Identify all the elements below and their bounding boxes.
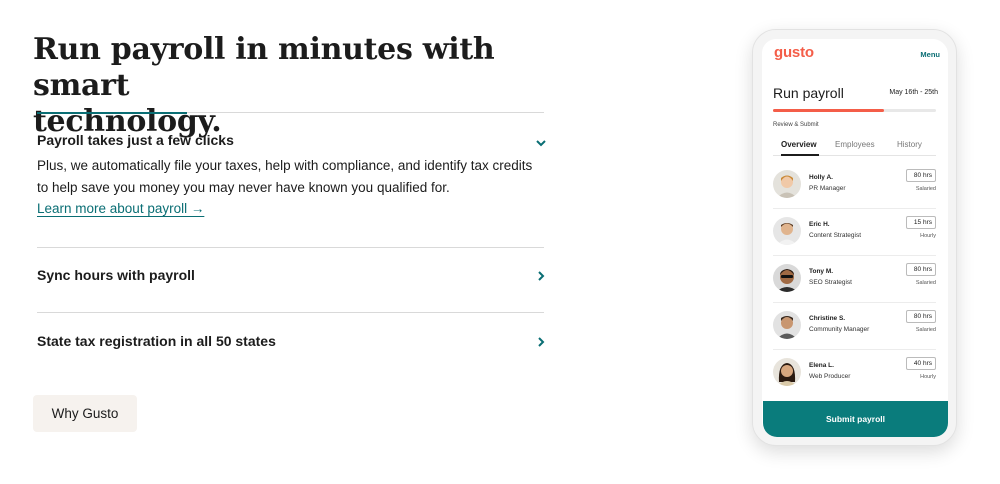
pay-type-label: Hourly: [920, 233, 936, 239]
page-headline: Run payroll in minutes with smart techno…: [33, 32, 553, 140]
chevron-right-icon[interactable]: [535, 336, 547, 348]
pay-period-dates: May 16th - 25th: [889, 89, 938, 96]
step-label: Review & Submit: [773, 122, 819, 128]
accordion-item-title-sync-hours[interactable]: Sync hours with payroll: [37, 267, 195, 283]
accordion-item-title-payroll[interactable]: Payroll takes just a few clicks: [37, 132, 234, 148]
learn-more-payroll-link[interactable]: Learn more about payroll →: [37, 201, 204, 216]
tab-employees[interactable]: Employees: [835, 140, 875, 156]
pay-type-label: Salaried: [915, 186, 936, 192]
avatar: [773, 358, 801, 386]
pay-type-label: Salaried: [915, 327, 936, 333]
chevron-down-icon[interactable]: [535, 137, 547, 149]
avatar: [773, 311, 801, 339]
pay-type-label: Salaried: [915, 280, 936, 286]
hours-input[interactable]: 80 hrs: [906, 263, 936, 276]
employee-row[interactable]: Holly A. PR Manager 80 hrs Salaried: [773, 162, 936, 209]
employee-row[interactable]: Elena L. Web Producer 40 hrs Hourly: [773, 350, 936, 397]
hours-input[interactable]: 80 hrs: [906, 310, 936, 323]
employee-name: Christine S.: [809, 315, 846, 322]
employee-role: Community Manager: [809, 326, 870, 333]
avatar: [773, 170, 801, 198]
tab-overview[interactable]: Overview: [781, 140, 819, 156]
employee-role: PR Manager: [809, 185, 846, 192]
submit-payroll-button[interactable]: Submit payroll: [763, 401, 948, 437]
employee-name: Eric H.: [809, 221, 830, 228]
accordion-divider: [37, 312, 544, 313]
tab-history[interactable]: History: [897, 140, 922, 156]
avatar: [773, 217, 801, 245]
avatar: [773, 264, 801, 292]
why-gusto-button[interactable]: Why Gusto: [33, 395, 137, 432]
accordion-divider: [37, 247, 544, 248]
employee-row[interactable]: Tony M. SEO Strategist 80 hrs Salaried: [773, 256, 936, 303]
chevron-right-icon[interactable]: [535, 270, 547, 282]
menu-button[interactable]: Menu: [920, 50, 940, 59]
gusto-logo: gusto: [774, 44, 814, 61]
payroll-progress-bar: [773, 109, 936, 112]
hours-input[interactable]: 80 hrs: [906, 169, 936, 182]
employee-role: SEO Strategist: [809, 279, 852, 286]
headline-line-1: Run payroll in minutes with smart: [33, 32, 495, 103]
employee-role: Content Strategist: [809, 232, 862, 239]
phone-mockup: gusto Menu Run payroll May 16th - 25th R…: [752, 29, 957, 446]
employee-role: Web Producer: [809, 373, 851, 380]
hours-input[interactable]: 40 hrs: [906, 357, 936, 370]
employee-row[interactable]: Christine S. Community Manager 80 hrs Sa…: [773, 303, 936, 350]
employee-row[interactable]: Eric H. Content Strategist 15 hrs Hourly: [773, 209, 936, 256]
employee-name: Tony M.: [809, 268, 834, 275]
accordion-item-body: Plus, we automatically file your taxes, …: [37, 158, 533, 195]
payroll-tabs: Overview Employees History: [773, 140, 936, 156]
phone-screen: gusto Menu Run payroll May 16th - 25th R…: [763, 40, 948, 437]
employee-name: Elena L.: [809, 362, 834, 369]
pay-type-label: Hourly: [920, 374, 936, 380]
active-item-indicator: [37, 112, 187, 114]
progress-fill: [773, 109, 884, 112]
hours-input[interactable]: 15 hrs: [906, 216, 936, 229]
accordion-item-title-state-tax[interactable]: State tax registration in all 50 states: [37, 333, 276, 349]
run-payroll-title: Run payroll: [773, 85, 844, 101]
employee-name: Holly A.: [809, 174, 833, 181]
